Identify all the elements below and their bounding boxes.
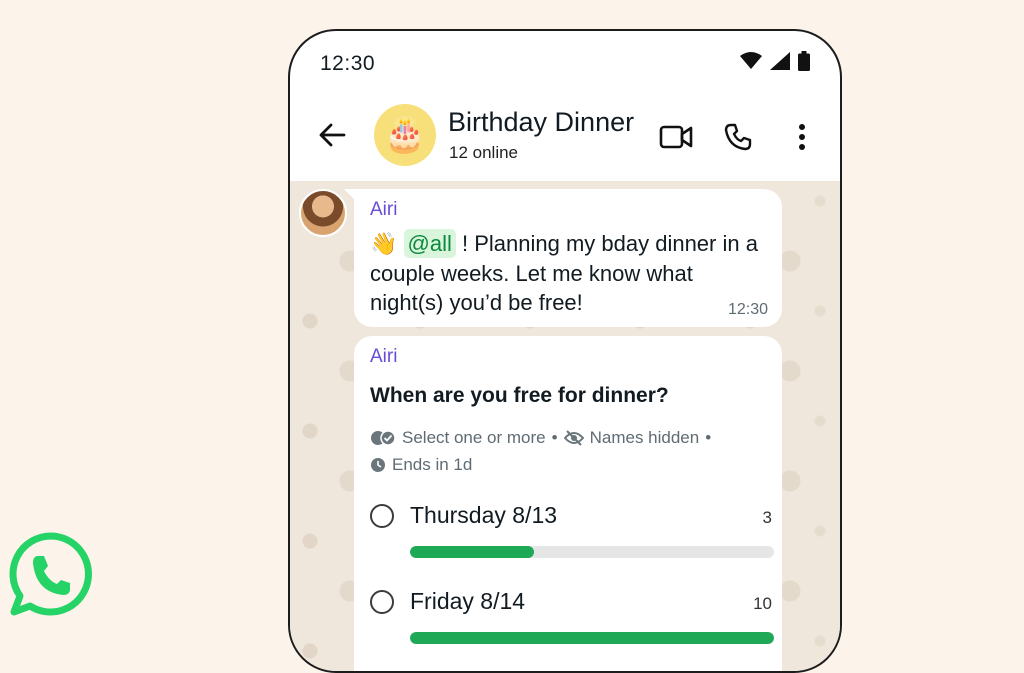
option-progress-track: [410, 546, 774, 558]
wave-emoji: 👋: [370, 232, 398, 257]
group-subtitle: 12 online: [449, 143, 519, 162]
option-label: Friday 8/14: [410, 588, 526, 614]
message-time: 12:30: [727, 301, 768, 318]
more-options-button[interactable]: [784, 119, 820, 155]
option-radio[interactable]: [370, 590, 394, 614]
signal-icon: [770, 52, 790, 70]
status-time: 12:30: [320, 52, 376, 75]
eye-off-icon: [563, 429, 584, 446]
sender-avatar[interactable]: [299, 189, 347, 237]
poll-sender-name[interactable]: Airi: [370, 346, 397, 368]
poll-ends: Ends in 1d: [392, 455, 473, 474]
meta-separator-2: •: [705, 428, 712, 447]
whatsapp-logo: [9, 532, 92, 616]
message-text: 👋 @all ! Planning my bday dinner in a co…: [370, 229, 770, 317]
poll-question: When are you free for dinner?: [370, 384, 669, 407]
option-progress-fill: [410, 546, 534, 558]
voice-call-button[interactable]: [720, 119, 756, 155]
message-bubble[interactable]: Airi 👋 @all ! Planning my bday dinner in…: [354, 189, 782, 327]
option-vote-count[interactable]: 10: [753, 594, 772, 614]
option-vote-count[interactable]: 3: [763, 508, 772, 528]
clock-icon: [371, 457, 385, 472]
chat-header: 🎂 Birthday Dinner 12 online: [290, 91, 840, 181]
option-label: Thursday 8/13: [410, 502, 558, 528]
video-call-button[interactable]: [658, 119, 694, 155]
group-avatar[interactable]: 🎂: [374, 104, 436, 166]
poll-meta: Select one or more • Names hidden • Ends…: [370, 424, 711, 478]
poll-option[interactable]: Friday 8/14 10: [370, 588, 774, 660]
status-icons: [740, 51, 810, 71]
double-check-icon: [371, 429, 396, 446]
mention-all[interactable]: @all: [403, 229, 456, 258]
option-progress-fill: [410, 632, 774, 644]
poll-option[interactable]: Thursday 8/13 3: [370, 502, 774, 574]
option-progress-track: [410, 632, 774, 644]
more-vertical-icon: [799, 124, 805, 150]
wifi-icon: [740, 52, 762, 69]
group-title[interactable]: Birthday Dinner: [448, 107, 634, 138]
back-button[interactable]: [316, 119, 348, 151]
video-camera-icon: [659, 125, 693, 149]
sender-name[interactable]: Airi: [370, 199, 397, 221]
meta-separator: •: [551, 428, 558, 447]
battery-icon: [798, 51, 810, 71]
status-bar: 12:30: [290, 31, 840, 91]
phone-frame: 12:30 🎂 Birthday Dinner 12 online Airi 👋…: [288, 29, 842, 673]
poll-names-hidden: Names hidden: [589, 428, 700, 447]
phone-icon: [724, 123, 752, 151]
arrow-left-icon: [319, 123, 346, 147]
poll-select-mode: Select one or more: [402, 428, 546, 447]
poll-bubble: Airi When are you free for dinner? Selec…: [354, 336, 782, 671]
option-radio[interactable]: [370, 504, 394, 528]
cake-icon: 🎂: [383, 115, 427, 155]
